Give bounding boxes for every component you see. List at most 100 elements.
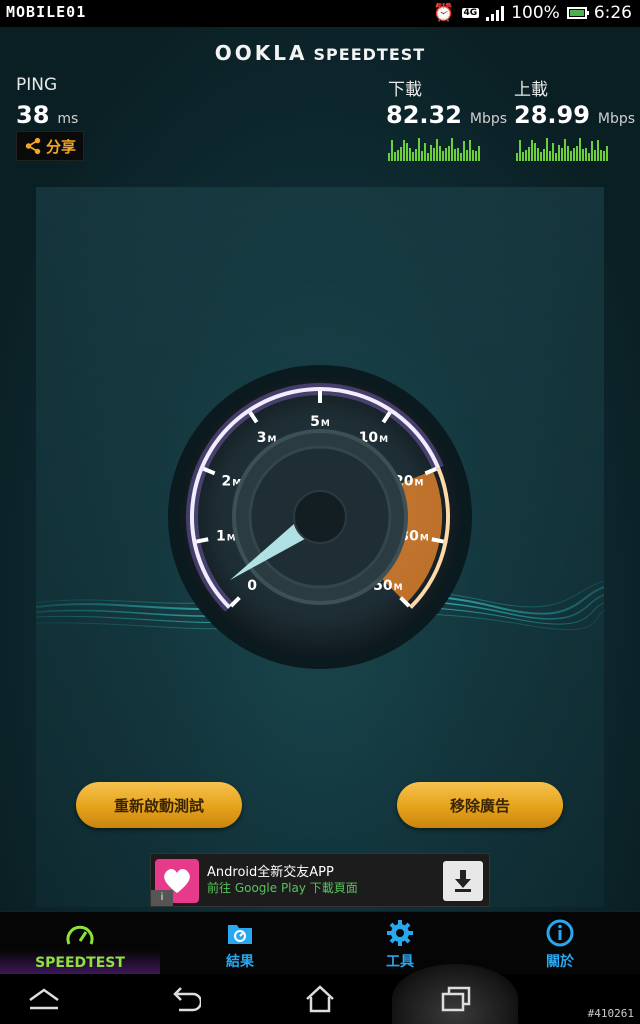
download-unit: Mbps	[469, 111, 508, 127]
graph-bar	[409, 148, 411, 161]
ping-value: 38	[16, 101, 50, 129]
watermark: #410261	[587, 1007, 634, 1020]
gauge-hub	[293, 490, 347, 544]
graph-bar	[445, 148, 447, 161]
graph-bar	[516, 153, 518, 161]
tab-label: SPEEDTEST	[35, 955, 125, 971]
graph-bar	[576, 146, 578, 161]
upload-value: 28.99	[514, 101, 590, 129]
ad-info-icon[interactable]: i	[151, 890, 173, 906]
graph-bar	[460, 153, 462, 161]
download-value: 82.32	[386, 101, 462, 129]
graph-bar	[400, 147, 402, 161]
graph-bar	[519, 140, 521, 161]
upload-unit: Mbps	[597, 111, 636, 127]
graph-bar	[603, 151, 605, 161]
tab-results[interactable]: 結果	[160, 912, 320, 975]
graph-bar	[522, 152, 524, 161]
ping-unit: ms	[57, 111, 79, 127]
graph-bar	[543, 149, 545, 161]
graph-bar	[525, 150, 527, 161]
tab-speedtest[interactable]: SPEEDTEST	[0, 912, 160, 975]
ad-subtitle: 前往 Google Play 下載頁面	[207, 881, 358, 895]
download-label: 下載	[388, 80, 422, 100]
graph-bar	[391, 140, 393, 161]
speedometer-icon	[66, 925, 94, 945]
ad-download-button[interactable]	[443, 861, 483, 901]
graph-bar	[418, 138, 420, 161]
graph-bar	[427, 153, 429, 161]
graph-bar	[448, 146, 450, 161]
clock: 6:26	[593, 3, 632, 23]
share-button[interactable]: 分享	[16, 131, 84, 161]
speedtest-app: OOKLA SPEEDTEST PING 38 ms 分享 下載 82.32 Mbps…	[0, 27, 640, 911]
ping-label: PING	[16, 75, 58, 95]
graph-bar	[475, 151, 477, 161]
home-button[interactable]	[280, 974, 360, 1024]
menu-up-button[interactable]	[4, 974, 84, 1024]
status-bar: MOBILE01 ⏰ 4G 100% 6:26	[0, 0, 640, 27]
graph-bar	[472, 150, 474, 161]
download-value-wrap: 82.32 Mbps	[386, 101, 507, 129]
signal-icon	[486, 5, 505, 21]
info-icon	[546, 919, 574, 947]
recent-apps-button[interactable]	[416, 974, 496, 1024]
ookla-logo: OOKLA	[214, 41, 308, 65]
tab-label: 工具	[386, 954, 414, 970]
graph-bar	[403, 140, 405, 161]
graph-bar	[561, 148, 563, 161]
graph-bar	[594, 150, 596, 161]
home-icon	[306, 985, 334, 1013]
graph-bar	[582, 149, 584, 161]
graph-bar	[567, 146, 569, 161]
alarm-icon: ⏰	[433, 3, 455, 23]
menu-up-icon	[29, 988, 59, 1010]
graph-bar	[555, 153, 557, 161]
download-arrow-icon	[455, 870, 471, 892]
graph-bar	[534, 143, 536, 161]
graph-bar	[439, 146, 441, 161]
graph-bar	[424, 143, 426, 161]
graph-bar	[597, 140, 599, 161]
graph-bar	[606, 146, 608, 161]
graph-bar	[412, 152, 414, 161]
remove-ads-button[interactable]: 移除廣告	[397, 782, 563, 828]
restart-test-button[interactable]: 重新啟動測試	[76, 782, 242, 828]
graph-bar	[436, 139, 438, 161]
mobile01-logo: MOBILE01	[6, 3, 87, 21]
battery-icon	[566, 7, 589, 19]
graph-bar	[528, 147, 530, 161]
tab-about[interactable]: 關於	[480, 912, 640, 975]
graph-bar	[388, 153, 390, 161]
graph-bar	[478, 146, 480, 161]
graph-bar	[588, 153, 590, 161]
graph-bar	[433, 148, 435, 161]
graph-bar	[600, 150, 602, 161]
graph-bar	[546, 138, 548, 161]
app-title: OOKLA SPEEDTEST	[0, 41, 640, 65]
graph-bar	[457, 148, 459, 161]
graph-bar	[430, 145, 432, 161]
back-button[interactable]	[144, 974, 224, 1024]
tab-label: 關於	[546, 954, 574, 970]
graph-bar	[552, 143, 554, 161]
graph-bar	[558, 145, 560, 161]
tab-label: 結果	[226, 954, 254, 970]
ping-value-wrap: 38 ms	[16, 101, 78, 129]
graph-bar	[531, 140, 533, 161]
upload-graph	[516, 135, 608, 161]
download-graph	[388, 135, 480, 161]
graph-bar	[415, 149, 417, 161]
graph-bar	[394, 152, 396, 161]
graph-bar	[454, 149, 456, 161]
results-folder-icon	[228, 925, 252, 944]
graph-bar	[466, 150, 468, 161]
share-icon	[25, 137, 41, 155]
graph-bar	[463, 141, 465, 161]
back-icon	[173, 987, 201, 1012]
ad-banner[interactable]: Android全新交友APP 前往 Google Play 下載頁面 i	[150, 853, 490, 907]
graph-bar	[540, 152, 542, 161]
graph-bar	[570, 151, 572, 161]
graph-bar	[579, 138, 581, 161]
share-label: 分享	[45, 137, 76, 156]
